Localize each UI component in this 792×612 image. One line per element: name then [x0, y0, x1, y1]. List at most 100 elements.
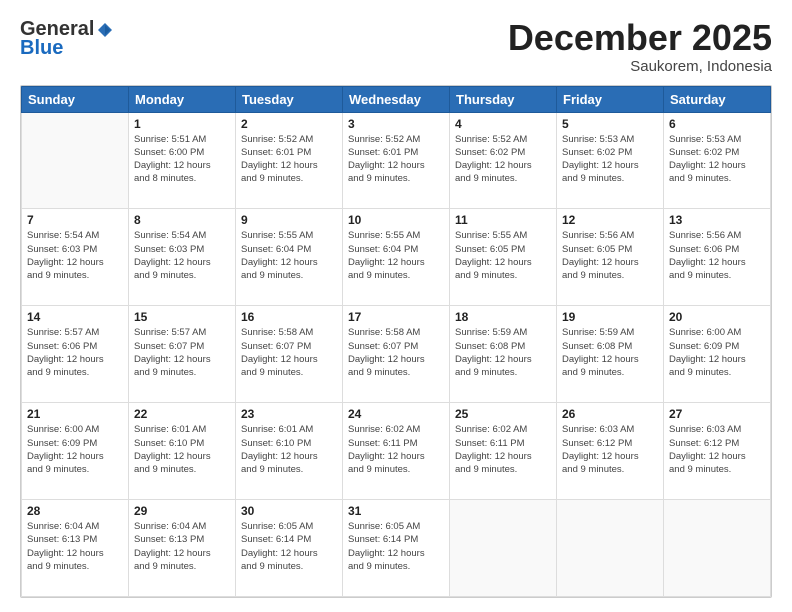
day-number: 9 — [241, 213, 337, 227]
header-row: SundayMondayTuesdayWednesdayThursdayFrid… — [22, 86, 771, 112]
logo-icon — [96, 21, 114, 39]
month-title: December 2025 — [508, 18, 772, 58]
day-info: Sunrise: 5:55 AM Sunset: 6:04 PM Dayligh… — [348, 229, 444, 282]
day-info: Sunrise: 6:00 AM Sunset: 6:09 PM Dayligh… — [27, 423, 123, 476]
day-number: 28 — [27, 504, 123, 518]
day-number: 25 — [455, 407, 551, 421]
day-info: Sunrise: 5:55 AM Sunset: 6:05 PM Dayligh… — [455, 229, 551, 282]
day-info: Sunrise: 5:52 AM Sunset: 6:01 PM Dayligh… — [348, 133, 444, 186]
day-cell: 20Sunrise: 6:00 AM Sunset: 6:09 PM Dayli… — [664, 306, 771, 403]
day-info: Sunrise: 5:59 AM Sunset: 6:08 PM Dayligh… — [562, 326, 658, 379]
day-info: Sunrise: 6:00 AM Sunset: 6:09 PM Dayligh… — [669, 326, 765, 379]
week-row-1: 1Sunrise: 5:51 AM Sunset: 6:00 PM Daylig… — [22, 112, 771, 209]
day-number: 18 — [455, 310, 551, 324]
day-info: Sunrise: 5:54 AM Sunset: 6:03 PM Dayligh… — [134, 229, 230, 282]
week-row-5: 28 Sunrise: 6:04 AM Sunset: 6:13 PM Dayli… — [22, 500, 771, 597]
day-number: 1 — [134, 117, 230, 131]
day-info: Sunrise: 5:57 AM Sunset: 6:07 PM Dayligh… — [134, 326, 230, 379]
day-number: 24 — [348, 407, 444, 421]
day-cell: 6 Sunrise: 5:53 AM Sunset: 6:02 PM Daylig… — [664, 112, 771, 209]
logo: General Blue — [20, 18, 114, 60]
day-number: 29 — [134, 504, 230, 518]
day-info: Sunrise: 6:04 AM Sunset: 6:13 PM Dayligh… — [27, 520, 123, 573]
day-cell: 13Sunrise: 5:56 AM Sunset: 6:06 PM Dayli… — [664, 209, 771, 306]
day-number: 22 — [134, 407, 230, 421]
day-header-tuesday: Tuesday — [236, 86, 343, 112]
day-cell: 5Sunrise: 5:53 AM Sunset: 6:02 PM Daylig… — [557, 112, 664, 209]
day-info: Sunrise: 5:56 AM Sunset: 6:06 PM Dayligh… — [669, 229, 765, 282]
day-info: Sunrise: 5:58 AM Sunset: 6:07 PM Dayligh… — [241, 326, 337, 379]
day-header-saturday: Saturday — [664, 86, 771, 112]
day-cell: 31Sunrise: 6:05 AM Sunset: 6:14 PM Dayli… — [343, 500, 450, 597]
day-number: 30 — [241, 504, 337, 518]
day-cell: 26Sunrise: 6:03 AM Sunset: 6:12 PM Dayli… — [557, 403, 664, 500]
day-cell: 25 Sunrise: 6:02 AM Sunset: 6:11 PM Dayli… — [450, 403, 557, 500]
day-number: 15 — [134, 310, 230, 324]
day-info: Sunrise: 6:05 AM Sunset: 6:14 PM Dayligh… — [241, 520, 337, 573]
day-cell: 10 Sunrise: 5:55 AM Sunset: 6:04 PM Dayli… — [343, 209, 450, 306]
week-row-3: 14 Sunrise: 5:57 AM Sunset: 6:06 PM Dayli… — [22, 306, 771, 403]
day-header-wednesday: Wednesday — [343, 86, 450, 112]
day-number: 23 — [241, 407, 337, 421]
day-info: Sunrise: 5:58 AM Sunset: 6:07 PM Dayligh… — [348, 326, 444, 379]
day-header-thursday: Thursday — [450, 86, 557, 112]
day-cell — [557, 500, 664, 597]
day-cell: 24 Sunrise: 6:02 AM Sunset: 6:11 PM Dayli… — [343, 403, 450, 500]
day-cell: 17 Sunrise: 5:58 AM Sunset: 6:07 PM Dayli… — [343, 306, 450, 403]
day-number: 3 — [348, 117, 444, 131]
day-header-sunday: Sunday — [22, 86, 129, 112]
day-number: 17 — [348, 310, 444, 324]
day-cell: 7 Sunrise: 5:54 AM Sunset: 6:03 PM Daylig… — [22, 209, 129, 306]
day-number: 14 — [27, 310, 123, 324]
day-cell: 4Sunrise: 5:52 AM Sunset: 6:02 PM Daylig… — [450, 112, 557, 209]
day-cell: 15 Sunrise: 5:57 AM Sunset: 6:07 PM Dayli… — [129, 306, 236, 403]
page: General Blue December 2025 Saukorem, Ind… — [0, 0, 792, 612]
day-info: Sunrise: 6:03 AM Sunset: 6:12 PM Dayligh… — [562, 423, 658, 476]
day-cell: 28 Sunrise: 6:04 AM Sunset: 6:13 PM Dayli… — [22, 500, 129, 597]
day-cell: 27 Sunrise: 6:03 AM Sunset: 6:12 PM Dayli… — [664, 403, 771, 500]
day-cell: 1Sunrise: 5:51 AM Sunset: 6:00 PM Daylig… — [129, 112, 236, 209]
day-cell: 21Sunrise: 6:00 AM Sunset: 6:09 PM Dayli… — [22, 403, 129, 500]
day-cell: 2Sunrise: 5:52 AM Sunset: 6:01 PM Daylig… — [236, 112, 343, 209]
day-info: Sunrise: 6:01 AM Sunset: 6:10 PM Dayligh… — [134, 423, 230, 476]
day-info: Sunrise: 6:04 AM Sunset: 6:13 PM Dayligh… — [134, 520, 230, 573]
day-cell: 11 Sunrise: 5:55 AM Sunset: 6:05 PM Dayli… — [450, 209, 557, 306]
day-info: Sunrise: 5:55 AM Sunset: 6:04 PM Dayligh… — [241, 229, 337, 282]
day-info: Sunrise: 5:54 AM Sunset: 6:03 PM Dayligh… — [27, 229, 123, 282]
day-cell: 18Sunrise: 5:59 AM Sunset: 6:08 PM Dayli… — [450, 306, 557, 403]
header: General Blue December 2025 Saukorem, Ind… — [20, 18, 772, 75]
day-cell: 12Sunrise: 5:56 AM Sunset: 6:05 PM Dayli… — [557, 209, 664, 306]
calendar-table: SundayMondayTuesdayWednesdayThursdayFrid… — [21, 86, 771, 597]
day-header-monday: Monday — [129, 86, 236, 112]
day-cell: 8 Sunrise: 5:54 AM Sunset: 6:03 PM Daylig… — [129, 209, 236, 306]
day-number: 10 — [348, 213, 444, 227]
day-number: 4 — [455, 117, 551, 131]
day-number: 11 — [455, 213, 551, 227]
day-number: 7 — [27, 213, 123, 227]
day-cell: 29 Sunrise: 6:04 AM Sunset: 6:13 PM Dayli… — [129, 500, 236, 597]
day-number: 19 — [562, 310, 658, 324]
day-cell: 14 Sunrise: 5:57 AM Sunset: 6:06 PM Dayli… — [22, 306, 129, 403]
day-cell — [450, 500, 557, 597]
day-info: Sunrise: 6:05 AM Sunset: 6:14 PM Dayligh… — [348, 520, 444, 573]
day-info: Sunrise: 5:53 AM Sunset: 6:02 PM Dayligh… — [669, 133, 765, 186]
day-cell: 22 Sunrise: 6:01 AM Sunset: 6:10 PM Dayli… — [129, 403, 236, 500]
day-info: Sunrise: 6:02 AM Sunset: 6:11 PM Dayligh… — [455, 423, 551, 476]
week-row-4: 21Sunrise: 6:00 AM Sunset: 6:09 PM Dayli… — [22, 403, 771, 500]
day-number: 5 — [562, 117, 658, 131]
day-info: Sunrise: 6:02 AM Sunset: 6:11 PM Dayligh… — [348, 423, 444, 476]
day-info: Sunrise: 6:03 AM Sunset: 6:12 PM Dayligh… — [669, 423, 765, 476]
day-number: 27 — [669, 407, 765, 421]
calendar: SundayMondayTuesdayWednesdayThursdayFrid… — [20, 85, 772, 598]
day-header-friday: Friday — [557, 86, 664, 112]
day-info: Sunrise: 6:01 AM Sunset: 6:10 PM Dayligh… — [241, 423, 337, 476]
day-number: 6 — [669, 117, 765, 131]
day-info: Sunrise: 5:57 AM Sunset: 6:06 PM Dayligh… — [27, 326, 123, 379]
day-cell: 30 Sunrise: 6:05 AM Sunset: 6:14 PM Dayli… — [236, 500, 343, 597]
day-cell — [664, 500, 771, 597]
day-cell: 9 Sunrise: 5:55 AM Sunset: 6:04 PM Daylig… — [236, 209, 343, 306]
day-cell: 19 Sunrise: 5:59 AM Sunset: 6:08 PM Dayli… — [557, 306, 664, 403]
logo-blue-text: Blue — [20, 37, 63, 60]
day-number: 8 — [134, 213, 230, 227]
title-block: December 2025 Saukorem, Indonesia — [508, 18, 772, 75]
